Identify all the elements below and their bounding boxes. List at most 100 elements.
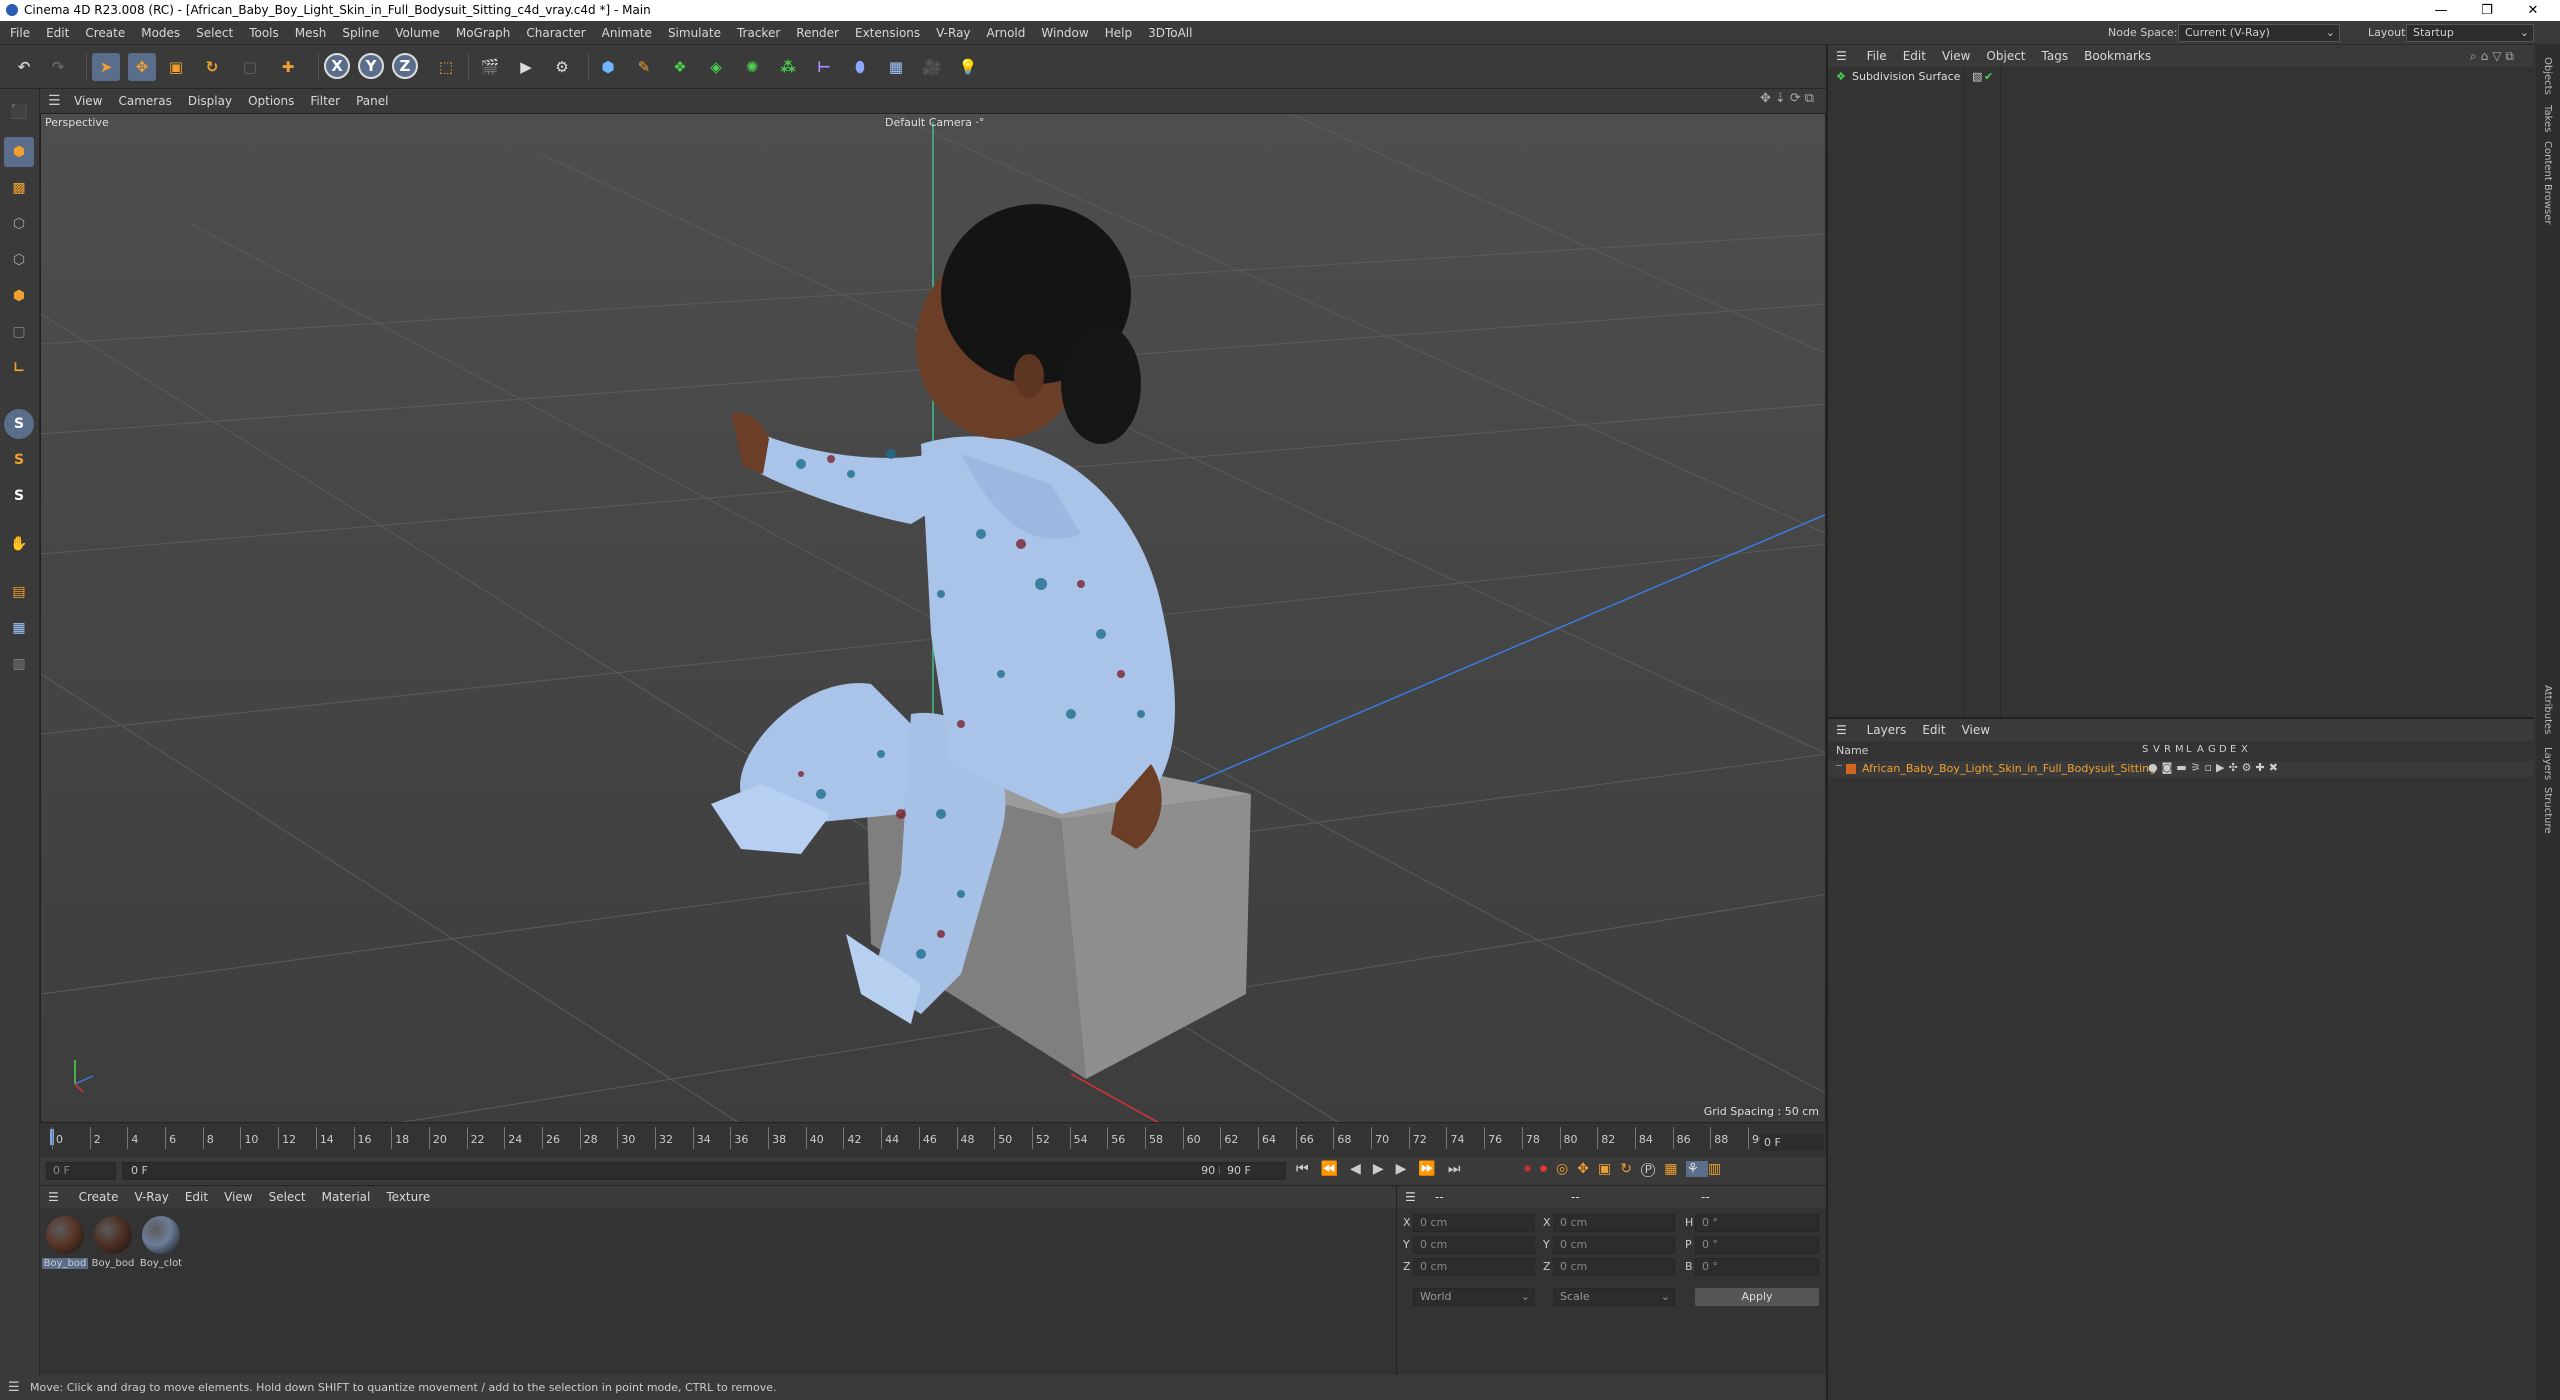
y-axis-lock-button[interactable]: Y [358, 53, 384, 79]
floor-icon[interactable]: ▦ [882, 53, 910, 81]
enabled-check-icon[interactable]: ✔ [1984, 70, 1993, 83]
go-to-start-icon[interactable]: ⏮ [1296, 1161, 1321, 1177]
field-icon[interactable]: ⬮ [846, 53, 874, 81]
menu-mograph[interactable]: MoGraph [448, 21, 519, 45]
coordinate-mode-dropdown[interactable]: World ⌄ [1413, 1288, 1535, 1306]
current-frame-field[interactable]: 0 F [1760, 1135, 1824, 1151]
add-object-icon[interactable]: ✚ [274, 53, 302, 81]
hamburger-icon[interactable]: ☰ [1828, 719, 1855, 741]
material-menu-create[interactable]: Create [71, 1186, 127, 1208]
scale-icon[interactable]: ▣ [162, 53, 190, 81]
menu-render[interactable]: Render [788, 21, 847, 45]
parameter-key-icon[interactable]: Ⓟ [1641, 1161, 1664, 1177]
viewport-menu-view[interactable]: View [66, 89, 110, 113]
coord-position-field[interactable]: 0 cm [1413, 1258, 1535, 1276]
layer-toggle-icons[interactable]: ●◙▬⚞▫▶✣⚙✚✖ [2148, 761, 2282, 774]
scheme-icon[interactable]: ⚘ [1686, 1161, 1708, 1177]
side-tab-layers[interactable]: Layers [2542, 747, 2553, 780]
record-icon[interactable]: ⏺ [1524, 1161, 1540, 1177]
timeline-window-icon[interactable]: ▥ [1708, 1161, 1730, 1177]
coord-position-field[interactable]: 0 cm [1413, 1214, 1535, 1232]
object-menu-tags[interactable]: Tags [2034, 45, 2077, 67]
object-menu-bookmarks[interactable]: Bookmarks [2076, 45, 2159, 67]
menu-tools[interactable]: Tools [241, 21, 287, 45]
menu-character[interactable]: Character [518, 21, 593, 45]
uv-mode-icon[interactable]: ▢ [4, 317, 34, 347]
polygons-mode-icon[interactable]: ⬢ [4, 281, 34, 311]
coord-rotation-field[interactable]: 0 ° [1695, 1236, 1819, 1254]
rotation-key-icon[interactable]: ↻ [1620, 1161, 1641, 1177]
object-menu-file[interactable]: File [1859, 45, 1895, 67]
previous-frame-icon[interactable]: ◀ [1350, 1161, 1373, 1177]
locked-workplane-icon[interactable]: ▥ [4, 649, 34, 679]
node-space-dropdown[interactable]: Current (V-Ray) ⌄ [2178, 24, 2340, 42]
previous-key-icon[interactable]: ⏪ [1321, 1161, 1350, 1177]
menu-extensions[interactable]: Extensions [847, 21, 928, 45]
cloner-icon[interactable]: ✺ [738, 53, 766, 81]
close-button[interactable]: ✕ [2510, 0, 2556, 21]
menu-select[interactable]: Select [188, 21, 241, 45]
menu-window[interactable]: Window [1033, 21, 1096, 45]
snap-icon[interactable]: S [4, 409, 34, 439]
x-axis-lock-button[interactable]: X [324, 53, 350, 79]
coord-size-field[interactable]: 0 cm [1553, 1214, 1675, 1232]
select-cursor-icon[interactable]: ➤ [92, 53, 120, 81]
coord-size-field[interactable]: 0 cm [1553, 1258, 1675, 1276]
pen-spline-icon[interactable]: ✎ [630, 53, 658, 81]
hamburger-icon[interactable]: ☰ [8, 1375, 20, 1400]
z-axis-lock-button[interactable]: Z [392, 53, 418, 79]
material-item[interactable]: Boy_bod [90, 1214, 136, 1276]
mograph-icon[interactable]: ⁂ [774, 53, 802, 81]
workplane-icon[interactable]: ▤ [4, 577, 34, 607]
material-menu-vray[interactable]: V-Ray [126, 1186, 176, 1208]
viewport-navigation-icons[interactable]: ✥⇣⟳⧉ [1760, 91, 1818, 106]
apply-button[interactable]: Apply [1695, 1288, 1819, 1306]
camera-icon[interactable]: 🎥 [918, 53, 946, 81]
deformer-icon[interactable]: ⊢ [810, 53, 838, 81]
autokey-icon[interactable]: ⏺ [1540, 1161, 1556, 1177]
menu-help[interactable]: Help [1097, 21, 1140, 45]
layer-color-swatch[interactable] [1846, 764, 1856, 774]
recent-tool-icon[interactable]: ▢ [236, 53, 264, 81]
layer-row[interactable]: African_Baby_Boy_Light_Skin_in_Full_Body… [1828, 761, 2534, 777]
point-level-icon[interactable]: ▦ [1664, 1161, 1686, 1177]
material-item[interactable]: Boy_bod [42, 1214, 88, 1276]
cube-primitive-icon[interactable]: ⬢ [594, 53, 622, 81]
minimize-button[interactable]: — [2418, 0, 2464, 21]
material-menu-material[interactable]: Material [314, 1186, 379, 1208]
next-frame-icon[interactable]: ▶ [1396, 1161, 1419, 1177]
rotate-icon[interactable]: ↻ [198, 53, 226, 81]
menu-3dtoall[interactable]: 3DToAll [1140, 21, 1200, 45]
render-settings-icon[interactable]: ⚙ [548, 53, 576, 81]
move-icon[interactable]: ✥ [128, 53, 156, 81]
material-menu-edit[interactable]: Edit [177, 1186, 216, 1208]
layout-dropdown[interactable]: Startup ⌄ [2406, 24, 2534, 42]
next-key-icon[interactable]: ⏩ [1418, 1161, 1447, 1177]
maximize-button[interactable]: ❐ [2464, 0, 2510, 21]
hamburger-icon[interactable]: ☰ [1397, 1186, 1424, 1208]
coord-position-field[interactable]: 0 cm [1413, 1236, 1535, 1254]
menu-volume[interactable]: Volume [387, 21, 448, 45]
material-menu-texture[interactable]: Texture [378, 1186, 438, 1208]
side-tab-content-browser[interactable]: Content Browser [2542, 141, 2553, 224]
menu-modes[interactable]: Modes [133, 21, 188, 45]
start-frame-field[interactable]: 0 F [46, 1162, 116, 1180]
material-menu-view[interactable]: View [216, 1186, 260, 1208]
viewport-menu-panel[interactable]: Panel [348, 89, 396, 113]
layer-menu-edit[interactable]: Edit [1914, 719, 1953, 741]
menu-vray[interactable]: V-Ray [928, 21, 978, 45]
scale-key-icon[interactable]: ▣ [1598, 1161, 1620, 1177]
menu-animate[interactable]: Animate [594, 21, 660, 45]
layer-menu-view[interactable]: View [1954, 719, 1998, 741]
undo-icon[interactable]: ↶ [10, 53, 38, 81]
object-menu-edit[interactable]: Edit [1895, 45, 1934, 67]
viewport-menu-filter[interactable]: Filter [302, 89, 348, 113]
grid-icon[interactable]: ▦ [4, 613, 34, 643]
hamburger-icon[interactable]: ☰ [40, 1186, 67, 1208]
viewport-menu-display[interactable]: Display [180, 89, 240, 113]
coord-rotation-field[interactable]: 0 ° [1695, 1258, 1819, 1276]
object-menu-view[interactable]: View [1934, 45, 1978, 67]
hamburger-icon[interactable]: ☰ [1828, 45, 1855, 67]
extrude-generator-icon[interactable]: ◈ [702, 53, 730, 81]
layer-menu-layers[interactable]: Layers [1859, 719, 1915, 741]
